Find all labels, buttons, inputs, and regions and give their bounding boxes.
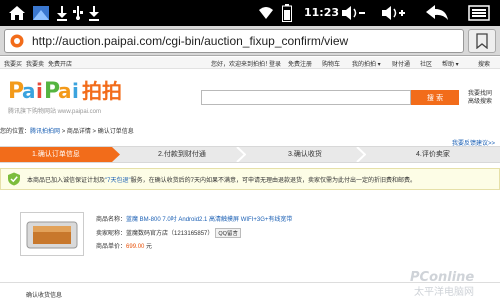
price-label: 商品单价： <box>96 244 127 250</box>
svg-text:a: a <box>58 79 72 103</box>
url-text: http://auction.paipai.com/cgi-bin/auctio… <box>32 34 349 48</box>
product-name-row: 商品名称：蓝魔 BM-800 7.0吋 Android2.1 高清触摸屏 WIF… <box>96 214 292 223</box>
paipai-logo[interactable]: P a i P a i 拍拍 <box>6 76 126 108</box>
link-buy[interactable]: 我要买 <box>4 59 22 68</box>
logo-subtitle: 腾讯旗下购物网站 www.paipai.com <box>8 109 102 115</box>
guarantee-text-after: 服务，在确认收货后的7天内如果不满意，可申请无理由退款退货，卖家仅需为此付出一定… <box>130 178 416 184</box>
svg-text:太平洋电脑网: 太平洋电脑网 <box>414 285 474 298</box>
guarantee-notice: 本商品已加入诚信保证计划及"7天包退"服务，在确认收货后的7天内如果不满意，可申… <box>0 168 500 190</box>
volume-up-icon[interactable] <box>380 4 406 22</box>
product-name-label: 商品名称： <box>96 217 127 223</box>
link-register[interactable]: 免费注册 <box>288 59 312 68</box>
breadcrumb: 您的位置：腾讯拍拍网 > 商品详情 > 确认订单信息 <box>0 126 134 135</box>
wifi-icon <box>258 5 274 21</box>
download-icon <box>88 5 100 21</box>
svg-text:a: a <box>22 79 36 103</box>
confirm-receipt-info-heading: 确认收货信息 <box>26 293 63 299</box>
link-login[interactable]: 登录 <box>269 59 281 68</box>
step-chevron-icon <box>236 147 246 162</box>
battery-icon <box>282 4 292 22</box>
breadcrumb-prefix: 您的位置： <box>0 129 31 135</box>
advanced-search-link[interactable]: 我要找同 高级搜索 <box>468 90 498 106</box>
svg-text:拍拍: 拍拍 <box>82 79 122 103</box>
guarantee-text: 本商品已加入诚信保证计划及"7天包退"服务，在确认收货后的7天内如果不满意，可申… <box>27 175 416 184</box>
product-thumbnail[interactable] <box>20 212 84 256</box>
breadcrumb-home-link[interactable]: 腾讯拍拍网 <box>30 129 60 135</box>
search-input[interactable] <box>201 90 411 105</box>
home-icon[interactable] <box>8 5 26 21</box>
svg-text:i: i <box>72 79 79 103</box>
seller-row: 卖家昵称：蓝魔数码官方店（1213165857） QQ留言 <box>96 228 241 238</box>
download-icon <box>56 5 68 21</box>
url-field[interactable]: http://auction.paipai.com/cgi-bin/auctio… <box>4 29 464 53</box>
clock-time: 11:23 <box>304 6 340 19</box>
advanced-search-line2: 高级搜索 <box>468 99 493 105</box>
step-pay-tenpay: 2.付款到财付通 <box>158 151 206 158</box>
link-my-paipai[interactable]: 我的拍拍 ▾ <box>352 59 381 68</box>
browser-toolbar: http://auction.paipai.com/cgi-bin/auctio… <box>0 26 500 56</box>
advanced-search-line1: 我要找同 <box>468 91 493 97</box>
link-help[interactable]: 帮助 ▾ <box>442 59 459 68</box>
pconline-watermark: PConline 太平洋电脑网 <box>408 268 498 302</box>
menu-icon[interactable] <box>468 5 490 21</box>
product-name-link[interactable]: 蓝魔 BM-800 7.0吋 Android2.1 高清触摸屏 WIFI+3G+… <box>126 217 292 223</box>
seller-name[interactable]: 蓝魔数码官方店（1213165857） <box>126 231 213 237</box>
usb-icon <box>72 5 84 21</box>
breadcrumb-rest: > 商品详情 > 确认订单信息 <box>60 129 134 135</box>
link-search[interactable]: 搜索 <box>478 59 490 68</box>
link-tenpay[interactable]: 财付通 <box>392 59 410 68</box>
price-row: 商品单价：699.00 元 <box>96 241 152 250</box>
gallery-icon <box>32 5 50 21</box>
seven-day-return-link[interactable]: "7天包退" <box>105 178 131 184</box>
link-sell[interactable]: 我要卖 <box>26 59 44 68</box>
status-bar: 11:23 <box>0 0 500 26</box>
back-icon[interactable] <box>424 4 450 22</box>
bookmark-button[interactable] <box>468 29 496 53</box>
link-community[interactable]: 社区 <box>420 59 432 68</box>
search-button[interactable]: 搜 索 <box>411 90 459 105</box>
link-open-shop[interactable]: 免费开店 <box>48 59 72 68</box>
bookmark-icon <box>476 33 488 49</box>
product-price: 699.00 <box>126 244 145 250</box>
guarantee-text-before: 本商品已加入诚信保证计划及 <box>27 178 106 184</box>
seller-label: 卖家昵称： <box>96 231 127 237</box>
svg-text:PConline: PConline <box>410 270 474 285</box>
step-confirm-receipt: 3.确认收货 <box>288 151 322 158</box>
step-confirm-order: 1.确认订单信息 <box>0 147 120 162</box>
link-cart[interactable]: 购物车 <box>322 59 340 68</box>
volume-down-icon[interactable] <box>340 4 366 22</box>
welcome-text: 您好，欢迎来到拍拍！ <box>211 62 272 68</box>
order-steps-bar: 1.确认订单信息 2.付款到财付通 3.确认收货 4.评价卖家 <box>0 146 500 163</box>
svg-text:i: i <box>36 79 43 103</box>
qq-message-button[interactable]: QQ留言 <box>215 228 241 238</box>
site-favicon-icon <box>10 34 24 48</box>
qq-message-label: QQ留言 <box>218 231 238 237</box>
step-chevron-icon <box>356 147 366 162</box>
top-links-bar: 我要买 我要卖 免费开店 您好，欢迎来到拍拍！ 登录 免费注册 购物车 我的拍拍… <box>0 57 500 69</box>
guarantee-shield-icon <box>8 172 20 186</box>
price-unit: 元 <box>146 244 153 250</box>
step-rate-seller: 4.评价卖家 <box>416 151 450 158</box>
